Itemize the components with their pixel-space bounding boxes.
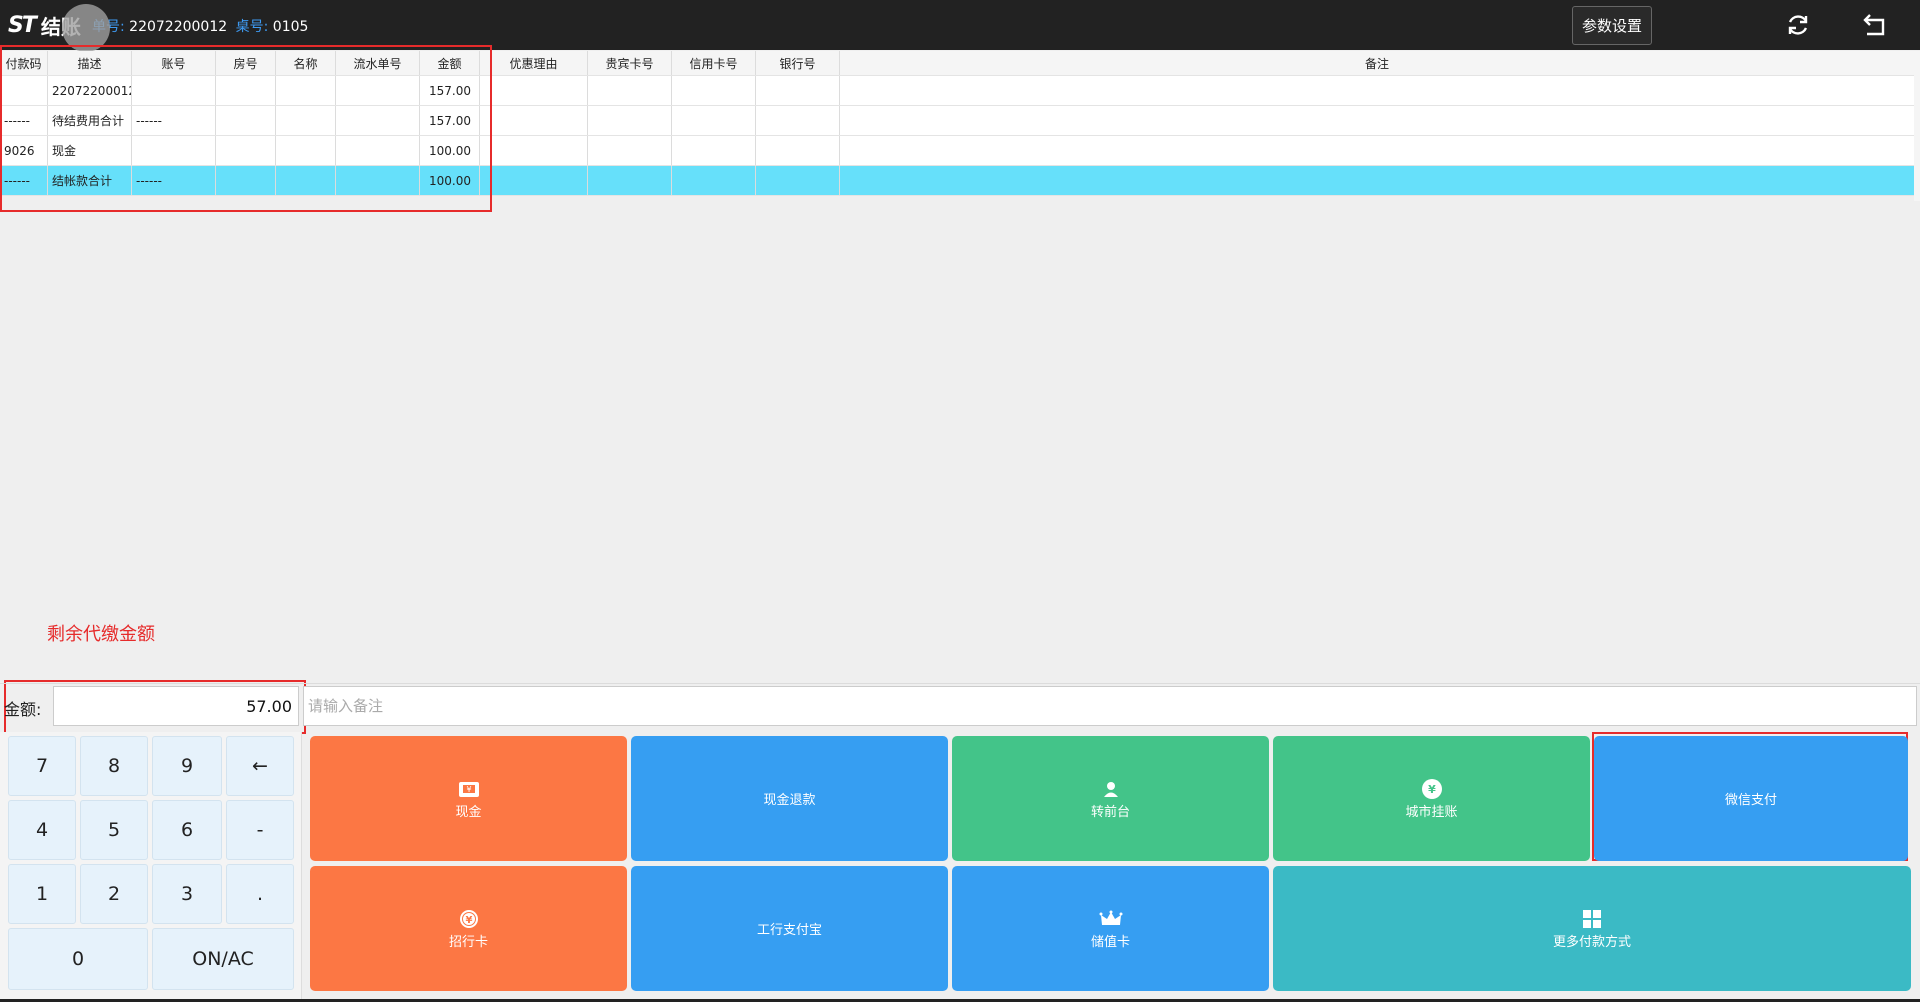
table-no-label: 桌号: (235, 19, 269, 35)
yen-coin-icon: ¥ (1420, 778, 1444, 800)
annotation-remaining-note: 剩余代缴金额 (47, 624, 155, 645)
logo-mark-icon: ST (8, 13, 37, 38)
cell-credit-card (672, 106, 756, 135)
key-9[interactable]: 9 (152, 736, 222, 796)
key-8[interactable]: 8 (80, 736, 148, 796)
pay-transfer-front-desk-button[interactable]: 转前台 (952, 736, 1269, 861)
numeric-keypad: 7 8 9 ← 4 5 6 - 1 2 3 . 0 ON/AC (0, 732, 302, 1002)
key-2[interactable]: 2 (80, 864, 148, 924)
key-dot[interactable]: . (226, 864, 294, 924)
top-bar: ST 结账 单号: 22072200012 桌号: 0105 参数设置 (0, 0, 1920, 52)
pay-wechat-button[interactable]: 微信支付 (1594, 736, 1908, 861)
pay-stored-value-card-button[interactable]: 储值卡 (952, 866, 1269, 991)
pay-more-methods-label: 更多付款方式 (1552, 934, 1631, 950)
table-no-value: 0105 (272, 19, 309, 35)
key-3[interactable]: 3 (152, 864, 222, 924)
pay-cash-label: 现金 (455, 804, 482, 820)
key-6[interactable]: 6 (152, 800, 222, 860)
table-scrollbar[interactable] (1914, 51, 1920, 201)
order-no-value: 22072200012 (129, 19, 228, 35)
cell-vip-card (588, 136, 672, 165)
person-icon (1102, 778, 1120, 800)
grid-icon (1583, 908, 1601, 930)
svg-text:¥: ¥ (466, 785, 471, 794)
pay-transfer-front-desk-label: 转前台 (1090, 804, 1130, 820)
col-vip-card: 贵宾卡号 (588, 51, 672, 75)
col-credit-card: 信用卡号 (672, 51, 756, 75)
amount-input[interactable] (53, 686, 299, 726)
key-1[interactable]: 1 (8, 864, 76, 924)
order-info: 单号: 22072200012 桌号: 0105 (92, 16, 308, 36)
cell-discount-reason (480, 136, 588, 165)
cell-vip-card (588, 76, 672, 105)
cell-remarks (840, 106, 1914, 135)
pay-cash-button[interactable]: ¥ 现金 (310, 736, 627, 861)
key-4[interactable]: 4 (8, 800, 76, 860)
svg-text:¥: ¥ (465, 915, 472, 926)
divider (0, 683, 1920, 684)
cell-vip-card (588, 106, 672, 135)
note-input[interactable] (303, 686, 1917, 726)
key-0[interactable]: 0 (8, 928, 148, 990)
cell-discount-reason (480, 106, 588, 135)
cell-remarks (840, 76, 1914, 105)
cell-credit-card (672, 76, 756, 105)
cell-credit-card (672, 136, 756, 165)
key-minus[interactable]: - (226, 800, 294, 860)
crown-icon (1099, 908, 1123, 930)
return-icon[interactable] (1860, 11, 1890, 39)
pay-more-methods-button[interactable]: 更多付款方式 (1273, 866, 1911, 991)
cell-remarks (840, 136, 1914, 165)
settings-button[interactable]: 参数设置 (1572, 6, 1652, 45)
yen-circle-icon: ¥ (459, 908, 479, 930)
pay-cash-refund-label: 现金退款 (763, 793, 816, 808)
svg-text:¥: ¥ (1428, 783, 1436, 796)
cell-credit-card (672, 166, 756, 195)
pay-city-ledger-button[interactable]: ¥ 城市挂账 (1273, 736, 1590, 861)
key-clear[interactable]: ON/AC (152, 928, 294, 990)
cell-discount-reason (480, 76, 588, 105)
amount-label: 金额: (4, 700, 42, 719)
col-discount-reason: 优惠理由 (480, 51, 588, 75)
col-bank-no: 银行号 (756, 51, 840, 75)
pay-stored-value-card-label: 储值卡 (1090, 934, 1130, 950)
pay-cmb-card-label: 招行卡 (448, 934, 488, 950)
cell-discount-reason (480, 166, 588, 195)
key-backspace[interactable]: ← (226, 736, 294, 796)
pay-city-ledger-label: 城市挂账 (1405, 804, 1458, 820)
key-5[interactable]: 5 (80, 800, 148, 860)
cell-bank-no (756, 136, 840, 165)
cell-bank-no (756, 76, 840, 105)
cell-bank-no (756, 166, 840, 195)
pay-cash-refund-button[interactable]: 现金退款 (631, 736, 948, 861)
key-7[interactable]: 7 (8, 736, 76, 796)
pay-icbc-alipay-label: 工行支付宝 (756, 923, 822, 938)
cell-vip-card (588, 166, 672, 195)
cash-register-icon: ¥ (457, 778, 481, 800)
col-remarks: 备注 (1364, 56, 1389, 71)
pay-icbc-alipay-button[interactable]: 工行支付宝 (631, 866, 948, 991)
cell-remarks (840, 166, 1914, 195)
pay-wechat-label: 微信支付 (1724, 793, 1777, 808)
annotation-box-table (0, 45, 492, 212)
pay-cmb-card-button[interactable]: ¥ 招行卡 (310, 866, 627, 991)
refresh-icon[interactable] (1783, 11, 1813, 39)
cell-bank-no (756, 106, 840, 135)
